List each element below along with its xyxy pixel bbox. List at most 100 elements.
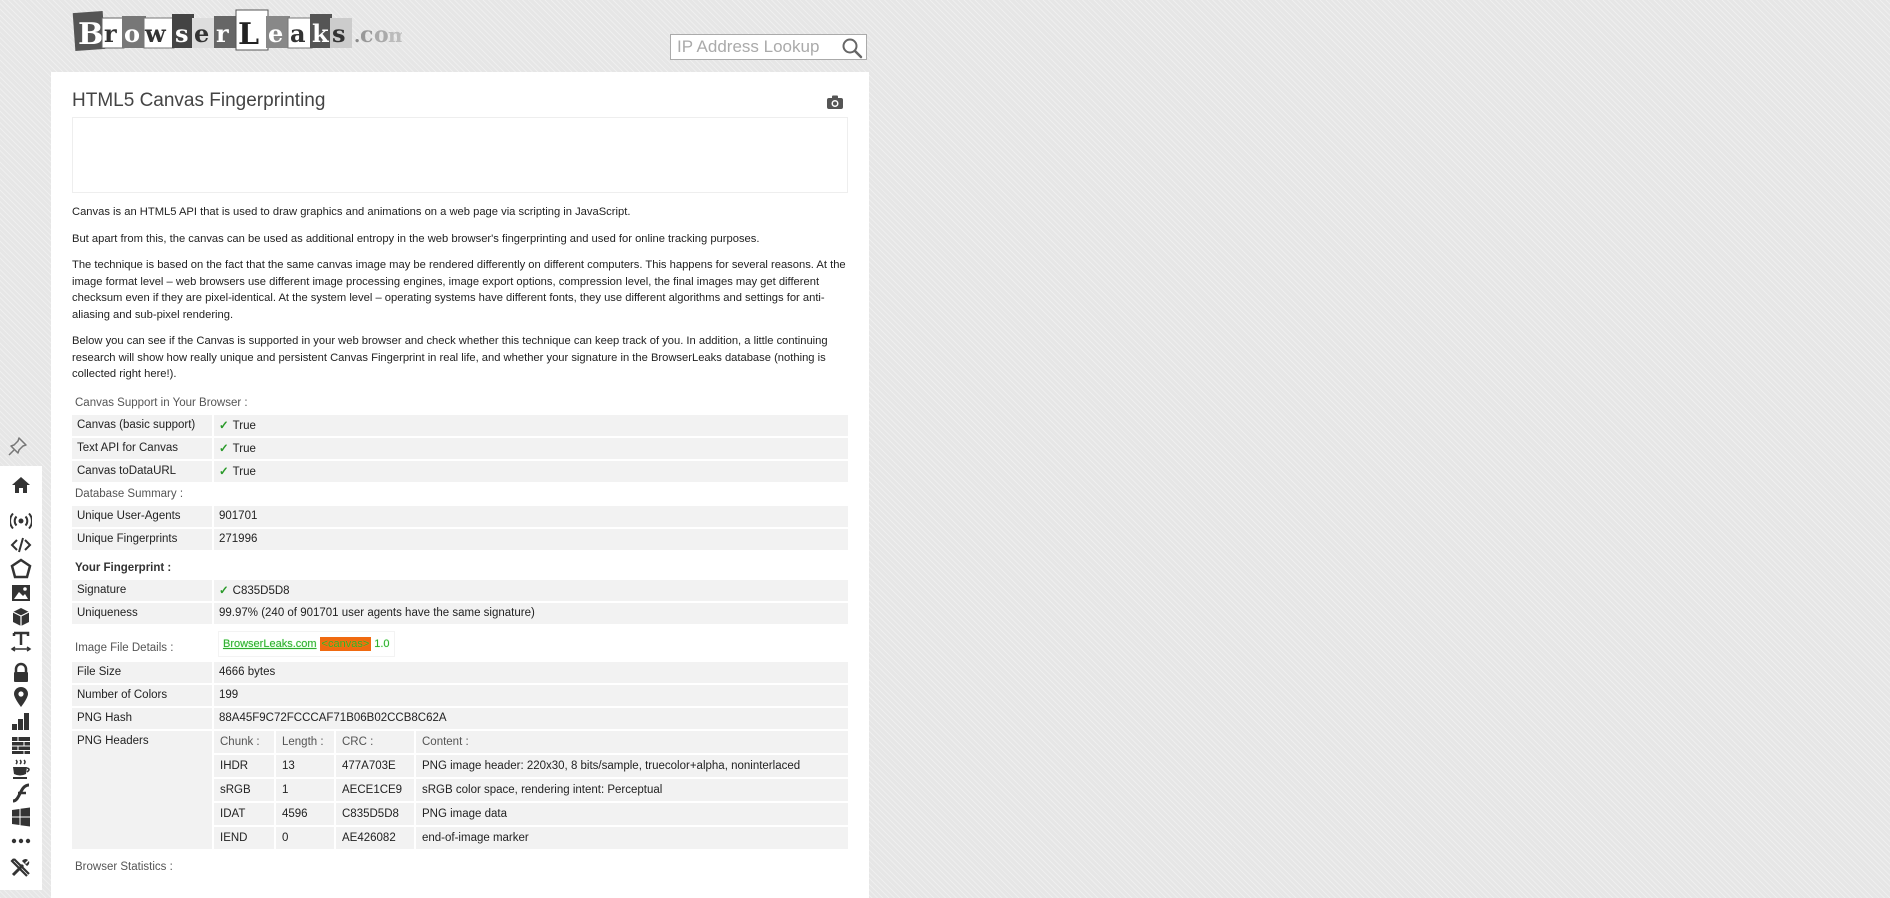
support-table: Canvas (basic support) ✓ True Text API fo… bbox=[72, 414, 848, 484]
image-icon[interactable] bbox=[10, 582, 32, 604]
svg-text:c: c bbox=[360, 22, 373, 48]
svg-text:o: o bbox=[374, 22, 389, 48]
length-cell: 13 bbox=[275, 752, 336, 778]
row-key: PNG Hash bbox=[72, 706, 214, 731]
canvas-preview-area bbox=[72, 117, 848, 193]
png-header-row: Chunk : Length : CRC : Content : bbox=[214, 730, 848, 754]
svg-text:B: B bbox=[78, 17, 103, 52]
row-key: PNG Headers bbox=[72, 729, 214, 851]
chunk-cell: IDAT bbox=[214, 800, 276, 826]
row-value: ✓ C835D5D8 bbox=[213, 579, 848, 603]
content: Canvas is an HTML5 API that is used to d… bbox=[72, 204, 848, 879]
column-header: Content : bbox=[422, 735, 469, 748]
broadcast-icon[interactable] bbox=[10, 510, 32, 532]
render-text-3: 1.0 bbox=[374, 637, 390, 650]
svg-text:s: s bbox=[332, 19, 346, 48]
row-value: ✓ True bbox=[213, 414, 848, 438]
table-row: File Size 4666 bytes bbox=[72, 661, 848, 685]
row-value: ✓ True bbox=[213, 436, 848, 461]
crc-cell: C835D5D8 bbox=[335, 800, 416, 826]
chunk-cell: sRGB bbox=[214, 776, 276, 802]
content-cell: end-of-image marker bbox=[415, 824, 848, 849]
row-value-text: True bbox=[232, 443, 256, 455]
fingerprint-heading: Your Fingerprint : bbox=[75, 561, 172, 574]
intro-paragraph-4: Below you can see if the Canvas is suppo… bbox=[72, 335, 828, 380]
column-header: CRC : bbox=[335, 730, 416, 754]
crc-cell: AECE1CE9 bbox=[335, 776, 416, 802]
row-key: Number of Colors bbox=[72, 683, 214, 708]
check-icon: ✓ bbox=[219, 420, 229, 432]
table-row: Uniqueness 99.97% (240 of 901701 user ag… bbox=[72, 601, 848, 626]
java-icon[interactable] bbox=[10, 758, 32, 780]
fingerprint-table: Signature ✓ C835D5D8 Uniqueness 99.97% (2… bbox=[72, 579, 848, 626]
row-value: 4666 bytes bbox=[213, 661, 848, 685]
png-headers-cell: Chunk : Length : CRC : Content : IHDR 13… bbox=[213, 729, 848, 851]
ip-lookup-input[interactable] bbox=[671, 35, 843, 59]
row-value: ✓ True bbox=[213, 459, 848, 484]
row-key: Canvas (basic support) bbox=[72, 414, 214, 438]
png-chunk-row: IEND 0 AE426082 end-of-image marker bbox=[214, 824, 848, 849]
row-value: 88A45F9C72FCCCAF71B06B02CCB8C62A bbox=[213, 706, 848, 731]
row-value: 901701 bbox=[213, 505, 848, 529]
intro-paragraph-3: The technique is based on the fact that … bbox=[72, 259, 846, 321]
check-icon: ✓ bbox=[219, 585, 229, 597]
search-icon[interactable] bbox=[841, 37, 863, 59]
row-value: 271996 bbox=[213, 527, 848, 552]
font-icon[interactable] bbox=[10, 630, 32, 652]
sidebar-menu bbox=[0, 466, 42, 890]
image-details-header: Image File Details : BrowserLeaks.com <c… bbox=[72, 626, 848, 662]
svg-text:o: o bbox=[124, 19, 140, 48]
cube-icon[interactable] bbox=[10, 606, 32, 628]
table-row: Canvas toDataURL ✓ True bbox=[72, 459, 848, 484]
svg-text:k: k bbox=[312, 19, 330, 48]
ip-lookup-search bbox=[670, 34, 867, 60]
chunk-cell: IHDR bbox=[214, 752, 276, 778]
row-key: Signature bbox=[72, 579, 214, 603]
support-heading: Canvas Support in Your Browser : bbox=[75, 396, 248, 409]
database-table: Unique User-Agents 901701 Unique Fingerp… bbox=[72, 505, 848, 552]
lock-icon[interactable] bbox=[10, 662, 32, 684]
pin-icon[interactable] bbox=[8, 436, 28, 456]
code-icon[interactable] bbox=[10, 534, 32, 556]
png-chunk-row: IHDR 13 477A703E PNG image header: 220x3… bbox=[214, 752, 848, 778]
flash-icon[interactable] bbox=[10, 558, 32, 580]
svg-text:L: L bbox=[238, 17, 259, 52]
content-cell: PNG image header: 220x30, 8 bits/sample,… bbox=[415, 752, 848, 778]
windows-icon[interactable] bbox=[10, 806, 32, 828]
tools-icon[interactable] bbox=[10, 856, 32, 878]
svg-text:r: r bbox=[104, 19, 117, 48]
render-text-2: <canvas> bbox=[319, 636, 372, 651]
content-cell: PNG image data bbox=[415, 800, 848, 826]
more-icon[interactable] bbox=[10, 830, 32, 852]
png-headers-table: Chunk : Length : CRC : Content : IHDR 13… bbox=[214, 730, 848, 849]
image-details-heading: Image File Details : bbox=[75, 641, 174, 654]
database-heading: Database Summary : bbox=[75, 487, 184, 500]
chunk-cell: IEND bbox=[214, 824, 276, 849]
check-icon: ✓ bbox=[219, 443, 229, 455]
home-icon[interactable] bbox=[10, 474, 32, 496]
svg-text:a: a bbox=[290, 19, 306, 48]
table-row: PNG Headers Chunk : Length : CRC : Conte… bbox=[72, 729, 848, 851]
uniqueness-value: 99.97% (240 of 901701 user agents have t… bbox=[213, 601, 848, 626]
row-value: 199 bbox=[213, 683, 848, 708]
row-key: Unique Fingerprints bbox=[72, 527, 214, 552]
row-value-text: True bbox=[232, 420, 256, 432]
stats-heading: Browser Statistics : bbox=[75, 860, 173, 873]
row-key: Canvas toDataURL bbox=[72, 459, 214, 484]
crc-cell: AE426082 bbox=[335, 824, 416, 849]
row-value-text: True bbox=[232, 466, 256, 478]
png-chunk-row: IDAT 4596 C835D5D8 PNG image data bbox=[214, 800, 848, 826]
signature-value: C835D5D8 bbox=[232, 585, 290, 597]
render-text-1: BrowserLeaks.com bbox=[223, 637, 317, 650]
camera-icon[interactable] bbox=[826, 94, 844, 110]
svg-text:s: s bbox=[175, 19, 189, 48]
flash-player-icon[interactable] bbox=[10, 782, 32, 804]
png-chunk-row: sRGB 1 AECE1CE9 sRGB color space, render… bbox=[214, 776, 848, 802]
stats-icon[interactable] bbox=[10, 710, 32, 732]
firewall-icon[interactable] bbox=[10, 734, 32, 756]
svg-text:e: e bbox=[194, 19, 209, 48]
svg-text:r: r bbox=[216, 19, 229, 48]
site-logo[interactable]: B r o w s e r L e a k s . c o m bbox=[72, 4, 402, 60]
row-key: Unique User-Agents bbox=[72, 505, 214, 529]
map-marker-icon[interactable] bbox=[10, 686, 32, 708]
